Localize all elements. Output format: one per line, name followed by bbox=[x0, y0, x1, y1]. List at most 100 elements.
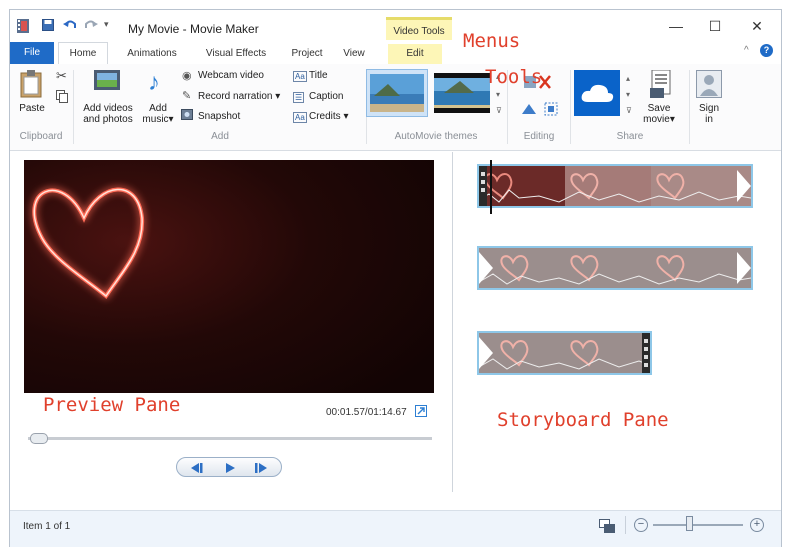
cut-icon[interactable]: ✂ bbox=[56, 68, 67, 84]
tab-project[interactable]: Project bbox=[284, 44, 330, 64]
play-icon[interactable] bbox=[215, 461, 245, 475]
tab-animations[interactable]: Animations bbox=[116, 44, 188, 64]
automovie-themes-group-label: AutoMovie themes bbox=[394, 131, 478, 142]
storyboard-clip-2[interactable] bbox=[477, 246, 753, 290]
editing-group-label: Editing bbox=[523, 131, 555, 142]
webcam-icon: ◉ bbox=[182, 70, 192, 82]
preview-video-frame bbox=[24, 160, 434, 393]
clip-3-thumbnails bbox=[479, 333, 650, 373]
paste-label[interactable]: Paste bbox=[16, 103, 48, 114]
credits-label: Credits bbox=[309, 111, 341, 122]
zoom-slider-track[interactable] bbox=[653, 524, 743, 526]
fullscreen-preview-icon[interactable] bbox=[415, 405, 427, 417]
tools-annotation: Tools bbox=[485, 66, 543, 88]
seek-bar-thumb[interactable] bbox=[30, 433, 48, 444]
video-tools-label: Video Tools bbox=[393, 26, 445, 37]
add-videos-label-line2: and photos bbox=[83, 114, 133, 125]
add-music-label[interactable]: Add music▾ bbox=[138, 103, 178, 125]
sign-in-icon[interactable] bbox=[696, 70, 722, 101]
menus-annotation: Menus bbox=[463, 30, 521, 52]
zoom-slider-thumb[interactable] bbox=[686, 516, 693, 531]
storyboard-pane-annotation: Storyboard Pane bbox=[497, 409, 669, 431]
select-all-icon[interactable] bbox=[544, 102, 558, 119]
add-videos-label-line1: Add videos bbox=[83, 103, 133, 114]
theme-thumbnail-selected[interactable] bbox=[366, 69, 428, 117]
add-group-label: Add bbox=[211, 131, 229, 142]
storyboard-clip-1[interactable] bbox=[477, 164, 753, 208]
share-scroll-down-icon[interactable]: ▾ bbox=[626, 90, 630, 99]
clip-1-thumbnails bbox=[479, 166, 751, 206]
sign-in-label-line2: in bbox=[705, 114, 713, 125]
sign-in-label-line1: Sign bbox=[698, 103, 719, 114]
share-group-label: Share bbox=[616, 131, 644, 142]
clip-2-thumbnails bbox=[479, 248, 751, 288]
previous-frame-icon[interactable] bbox=[181, 461, 211, 475]
tab-visual-effects[interactable]: Visual Effects bbox=[196, 44, 276, 64]
time-readout: 00:01.57/01:14.67 bbox=[326, 407, 407, 418]
tab-file[interactable]: File bbox=[10, 42, 54, 64]
sign-in-label[interactable]: Sign in bbox=[691, 103, 727, 125]
tab-edit[interactable]: Edit bbox=[388, 44, 442, 64]
add-videos-photos-icon[interactable] bbox=[94, 70, 120, 97]
microphone-icon: ✎ bbox=[182, 90, 192, 102]
save-movie-label[interactable]: Save movie▾ bbox=[636, 103, 682, 125]
thumbnail-size-icon[interactable] bbox=[599, 519, 615, 536]
paste-icon[interactable] bbox=[20, 70, 42, 101]
rotate-left-icon[interactable] bbox=[522, 102, 536, 117]
preview-pane[interactable] bbox=[24, 160, 434, 393]
caption-button[interactable]: Caption bbox=[309, 91, 343, 102]
minimize-button[interactable]: — bbox=[661, 17, 691, 35]
window-title: My Movie - Movie Maker bbox=[128, 22, 259, 36]
undo-icon[interactable] bbox=[63, 19, 76, 31]
title-button[interactable]: Title bbox=[309, 70, 328, 81]
themes-more-icon[interactable]: ⊽ bbox=[496, 106, 502, 115]
zoom-out-icon[interactable]: − bbox=[634, 518, 648, 532]
item-count-status: Item 1 of 1 bbox=[23, 521, 71, 532]
customize-quick-access-icon[interactable]: ▾ bbox=[104, 19, 116, 31]
share-more-icon[interactable]: ⊽ bbox=[626, 106, 632, 115]
caption-icon: ☰ bbox=[293, 92, 305, 103]
maximize-button[interactable]: ☐ bbox=[700, 17, 730, 35]
copy-icon[interactable] bbox=[56, 90, 68, 106]
ribbon: Paste ✂ Clipboard Add videos and photos … bbox=[10, 64, 781, 151]
collapse-ribbon-icon[interactable]: ^ bbox=[744, 45, 749, 56]
redo-icon[interactable] bbox=[84, 19, 98, 31]
tab-view[interactable]: View bbox=[338, 44, 370, 64]
add-music-icon[interactable]: ♪ bbox=[148, 70, 160, 96]
preview-pane-annotation: Preview Pane bbox=[43, 394, 181, 416]
status-separator bbox=[625, 516, 626, 534]
webcam-video-button[interactable]: Webcam video bbox=[198, 70, 264, 81]
themes-scroll-down-icon[interactable]: ▾ bbox=[496, 90, 500, 99]
status-bar bbox=[10, 510, 781, 547]
clipboard-group-label: Clipboard bbox=[19, 131, 63, 142]
movie-maker-app-icon[interactable] bbox=[17, 19, 29, 33]
help-icon[interactable]: ? bbox=[760, 44, 773, 57]
seek-bar-track[interactable] bbox=[28, 437, 432, 440]
next-frame-icon[interactable] bbox=[247, 461, 277, 475]
snapshot-button[interactable]: Snapshot bbox=[198, 111, 240, 122]
save-movie-label-line2: movie bbox=[643, 114, 670, 125]
record-narration-button[interactable]: Record narration ▾ bbox=[198, 91, 280, 102]
close-button[interactable]: ✕ bbox=[742, 17, 772, 35]
save-icon[interactable] bbox=[42, 19, 54, 31]
storyboard-clip-3[interactable] bbox=[477, 331, 652, 375]
share-scroll-up-icon[interactable]: ▴ bbox=[626, 74, 630, 83]
save-movie-icon[interactable] bbox=[650, 69, 672, 101]
tab-home[interactable]: Home bbox=[58, 42, 108, 64]
playhead-indicator[interactable] bbox=[490, 160, 492, 214]
playback-controls bbox=[176, 457, 282, 477]
add-videos-photos-label[interactable]: Add videos and photos bbox=[80, 103, 136, 125]
ribbon-tab-row: File Home Animations Visual Effects Proj… bbox=[10, 40, 781, 65]
add-music-label-line1: Add bbox=[149, 103, 167, 114]
theme-thumbnail-cinematic[interactable] bbox=[434, 73, 490, 113]
zoom-in-icon[interactable]: + bbox=[750, 518, 764, 532]
onedrive-share-button[interactable] bbox=[574, 70, 620, 116]
save-movie-label-line1: Save bbox=[647, 103, 671, 114]
snapshot-icon bbox=[181, 109, 193, 123]
cloud-icon bbox=[581, 84, 614, 102]
record-narration-label: Record narration bbox=[198, 91, 273, 102]
credits-button[interactable]: Credits ▾ bbox=[309, 111, 349, 122]
pane-divider[interactable] bbox=[452, 152, 453, 492]
credits-icon: Aa bbox=[293, 112, 307, 123]
ribbon-separator bbox=[689, 70, 690, 144]
